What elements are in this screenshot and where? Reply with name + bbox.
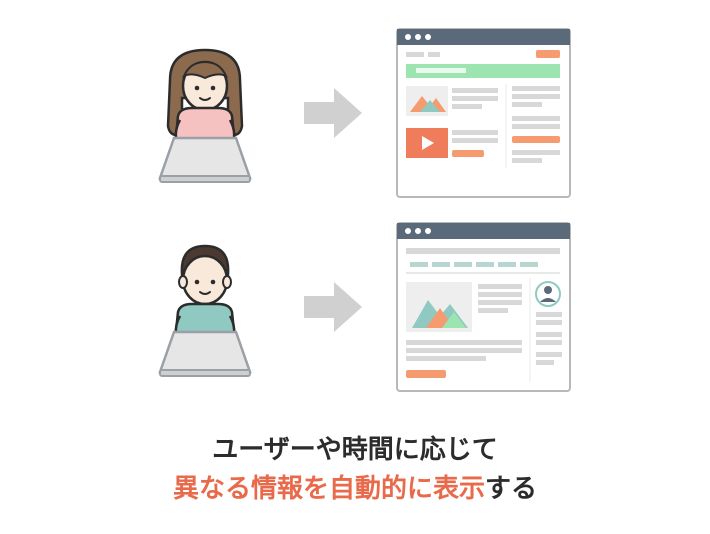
person-woman-laptop <box>140 38 270 188</box>
diagram-row-1 <box>140 28 571 198</box>
caption-rest: する <box>485 473 537 503</box>
arrow-right-icon <box>298 272 368 342</box>
caption-accent: 異なる情報を自動的に表示 <box>173 473 485 503</box>
person-man-laptop <box>140 232 270 382</box>
caption-line-1: ユーザーや時間に応じて <box>173 430 537 469</box>
diagram-row-2 <box>140 222 571 392</box>
arrow-right-icon <box>298 78 368 148</box>
browser-mock-b <box>396 222 571 392</box>
diagram-caption: ユーザーや時間に応じて 異なる情報を自動的に表示する <box>173 430 537 508</box>
caption-line-2: 異なる情報を自動的に表示する <box>173 469 537 508</box>
browser-mock-a <box>396 28 571 198</box>
